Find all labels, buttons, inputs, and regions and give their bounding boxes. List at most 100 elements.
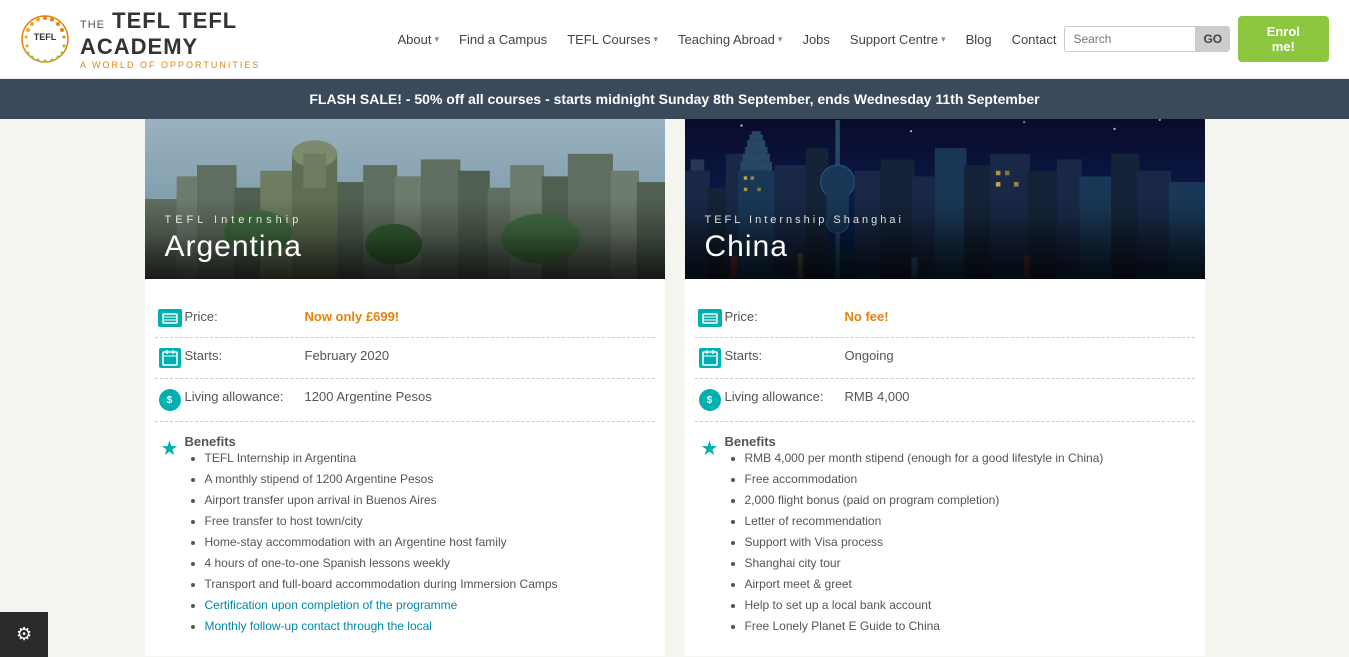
courses-dropdown-arrow: ▾ <box>654 34 659 45</box>
list-item: Free accommodation <box>745 470 1104 488</box>
nav-jobs[interactable]: Jobs <box>794 26 837 53</box>
calendar-icon-arg <box>159 348 181 368</box>
list-item: TEFL Internship in Argentina <box>205 449 558 467</box>
argentina-price-row: Price: Now only £699! <box>155 299 655 338</box>
china-allowance-label: Living allowance: <box>725 389 845 404</box>
allowance-icon-arg: $ <box>155 389 185 411</box>
list-item: Transport and full-board accommodation d… <box>205 575 558 593</box>
argentina-allowance-label: Living allowance: <box>185 389 305 404</box>
argentina-starts-row: Starts: February 2020 <box>155 338 655 379</box>
china-price-value: No fee! <box>845 309 889 324</box>
list-item: A monthly stipend of 1200 Argentine Peso… <box>205 470 558 488</box>
argentina-overlay: TEFL Internship Argentina <box>145 199 665 279</box>
starts-icon-china <box>695 348 725 368</box>
about-dropdown-arrow: ▾ <box>435 34 440 45</box>
logo-tagline: A WORLD OF OPPORTUNITIES <box>80 60 360 70</box>
china-benefits-content: Benefits RMB 4,000 per month stipend (en… <box>725 434 1104 638</box>
settings-icon: ⚙ <box>16 624 32 645</box>
support-dropdown-arrow: ▾ <box>941 34 946 45</box>
china-benefits-row: ★ Benefits RMB 4,000 per month stipend (… <box>695 422 1195 646</box>
logo[interactable]: TEFL THE TEFL TEFL ACADEMY A WORLD OF OP… <box>20 8 360 70</box>
argentina-starts-label: Starts: <box>185 348 305 363</box>
nav-about[interactable]: About ▾ <box>390 26 448 53</box>
list-item: Monthly follow-up contact through the lo… <box>205 617 558 635</box>
flash-banner: FLASH SALE! - 50% off all courses - star… <box>0 79 1349 119</box>
nav-find-campus[interactable]: Find a Campus <box>451 26 555 53</box>
argentina-hero[interactable]: TEFL Internship Argentina <box>145 119 665 279</box>
list-item: Letter of recommendation <box>745 512 1104 530</box>
argentina-benefits-content: Benefits TEFL Internship in Argentina A … <box>185 434 558 638</box>
benefits-star-china: ★ <box>695 434 725 461</box>
china-hero[interactable]: TEFL Internship Shanghai China <box>685 119 1205 279</box>
header: TEFL THE TEFL TEFL ACADEMY A WORLD OF OP… <box>0 0 1349 79</box>
svg-text:TEFL: TEFL <box>34 32 57 42</box>
china-price-row: Price: No fee! <box>695 299 1195 338</box>
search-box: GO <box>1064 26 1229 52</box>
argentina-subtitle: TEFL Internship <box>165 214 645 226</box>
nav-contact[interactable]: Contact <box>1004 26 1065 53</box>
argentina-benefits-label: Benefits <box>185 434 558 449</box>
china-price-label: Price: <box>725 309 845 324</box>
cards-row: TEFL Internship Argentina <box>145 119 1205 656</box>
list-item: Help to set up a local bank account <box>745 596 1104 614</box>
nav-blog[interactable]: Blog <box>958 26 1000 53</box>
argentina-price-value: Now only £699! <box>305 309 400 324</box>
argentina-benefits-list: TEFL Internship in Argentina A monthly s… <box>185 449 558 635</box>
star-icon-arg: ★ <box>161 436 179 461</box>
coin-icon-arg: $ <box>159 389 181 411</box>
header-right: GO Enrol me! <box>1064 16 1329 62</box>
list-item: Free Lonely Planet E Guide to China <box>745 617 1104 635</box>
list-item: Airport meet & greet <box>745 575 1104 593</box>
price-icon-china <box>695 309 725 327</box>
main-nav: About ▾ Find a Campus TEFL Courses ▾ Tea… <box>390 26 1065 53</box>
nav-teaching-abroad[interactable]: Teaching Abroad ▾ <box>670 26 790 53</box>
price-icon-arg <box>155 309 185 327</box>
nav-tefl-courses[interactable]: TEFL Courses ▾ <box>559 26 666 53</box>
list-item: Shanghai city tour <box>745 554 1104 572</box>
list-item: Free transfer to host town/city <box>205 512 558 530</box>
list-item: Airport transfer upon arrival in Buenos … <box>205 491 558 509</box>
china-starts-row: Starts: Ongoing <box>695 338 1195 379</box>
argentina-title: Argentina <box>165 230 645 264</box>
list-item: 4 hours of one-to-one Spanish lessons we… <box>205 554 558 572</box>
china-allowance-value: RMB 4,000 <box>845 389 910 404</box>
china-benefits-label: Benefits <box>725 434 1104 449</box>
china-starts-value: Ongoing <box>845 348 894 363</box>
argentina-starts-value: February 2020 <box>305 348 390 363</box>
list-item: Certification upon completion of the pro… <box>205 596 558 614</box>
argentina-card: TEFL Internship Argentina <box>145 119 665 656</box>
teaching-dropdown-arrow: ▾ <box>778 34 783 45</box>
calendar-icon-china <box>699 348 721 368</box>
china-allowance-row: $ Living allowance: RMB 4,000 <box>695 379 1195 422</box>
allowance-icon-china: $ <box>695 389 725 411</box>
argentina-benefits-row: ★ Benefits TEFL Internship in Argentina … <box>155 422 655 646</box>
cookie-bar[interactable]: ⚙ <box>0 612 48 657</box>
price-box-icon-arg <box>158 309 182 327</box>
china-benefits-list: RMB 4,000 per month stipend (enough for … <box>725 449 1104 635</box>
argentina-price-label: Price: <box>185 309 305 324</box>
enrol-button[interactable]: Enrol me! <box>1238 16 1329 62</box>
star-icon-china: ★ <box>701 436 719 461</box>
search-go-button[interactable]: GO <box>1195 27 1229 51</box>
argentina-allowance-row: $ Living allowance: 1200 Argentine Pesos <box>155 379 655 422</box>
china-details: Price: No fee! <box>685 279 1205 656</box>
starts-icon-arg <box>155 348 185 368</box>
argentina-allowance-value: 1200 Argentine Pesos <box>305 389 432 404</box>
china-subtitle: TEFL Internship Shanghai <box>705 214 1185 226</box>
nav-support[interactable]: Support Centre ▾ <box>842 26 954 53</box>
logo-text: THE TEFL TEFL ACADEMY A WORLD OF OPPORTU… <box>80 8 360 70</box>
china-title: China <box>705 230 1185 264</box>
benefits-star-arg: ★ <box>155 434 185 461</box>
search-input[interactable] <box>1065 27 1195 51</box>
main-content: TEFL Internship Argentina <box>125 119 1225 656</box>
china-overlay: TEFL Internship Shanghai China <box>685 199 1205 279</box>
argentina-details: Price: Now only £699! <box>145 279 665 656</box>
list-item: Support with Visa process <box>745 533 1104 551</box>
china-starts-label: Starts: <box>725 348 845 363</box>
list-item: RMB 4,000 per month stipend (enough for … <box>745 449 1104 467</box>
logo-icon: TEFL <box>20 14 70 64</box>
china-card: TEFL Internship Shanghai China <box>685 119 1205 656</box>
list-item: 2,000 flight bonus (paid on program comp… <box>745 491 1104 509</box>
list-item: Home-stay accommodation with an Argentin… <box>205 533 558 551</box>
price-box-icon-china <box>698 309 722 327</box>
